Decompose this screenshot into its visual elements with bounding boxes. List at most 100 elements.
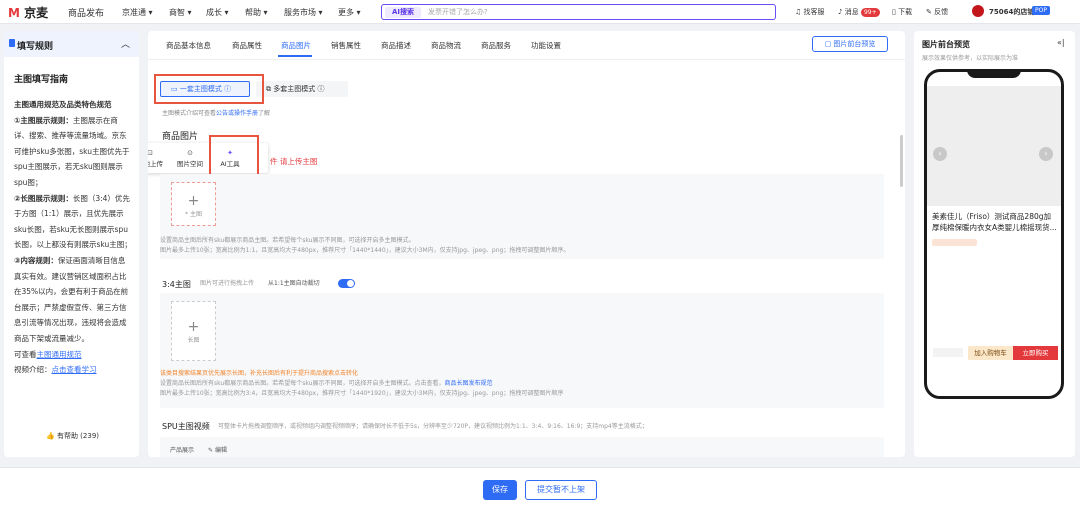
- shop-icons-placeholder: [933, 348, 963, 357]
- spu-video-title: SPU主图视频: [162, 422, 210, 431]
- rules-panel-title: 填写规则: [17, 42, 54, 52]
- upload-icon: ⊡: [148, 149, 153, 157]
- active-tab-indicator: [278, 55, 312, 57]
- rule1-label: ①主图展示规则：: [14, 115, 73, 125]
- tab-divider: [148, 59, 905, 60]
- preview-panel: 图片前台预览 展示效果仅供参考，以实际展示为准 «| ‹ › 美素佳儿（Fris…: [914, 31, 1075, 457]
- rule3-label: ③内容规则：: [14, 255, 58, 265]
- tab-basic-info[interactable]: 商品基本信息: [166, 40, 211, 51]
- long-image-hint: 图片可进行拖拽上传: [200, 280, 255, 287]
- pencil-icon: ✎: [926, 8, 932, 16]
- tab-attributes[interactable]: 商品属性: [232, 40, 262, 51]
- download-button[interactable]: ▯ 下载: [892, 7, 912, 17]
- video-learn-link[interactable]: 点击查看学习: [52, 365, 97, 374]
- main-image-description: 设置商品主图后所有sku都展示商品主图。若希望每个sku展示不同图，可选择开启多…: [160, 237, 570, 254]
- video-edit-button[interactable]: ✎ 编辑: [208, 446, 248, 456]
- guide-section-title: 主图通用规范及品类特色规范: [14, 100, 112, 109]
- long-image-upload-slot[interactable]: + 长图: [171, 301, 216, 361]
- images-icon: ⧉: [266, 85, 271, 93]
- view-prefix: 可查看: [14, 349, 37, 359]
- highlight-box-mode: [154, 74, 264, 104]
- required-main-image-hint: 件 请上传主图: [270, 157, 318, 166]
- guide-title: 主图填写指南: [14, 75, 69, 85]
- chevron-up-icon[interactable]: ︿: [121, 37, 130, 50]
- image-space-option[interactable]: ⊙ 图片空间: [170, 149, 210, 168]
- messages-button[interactable]: ♪ 消息 99+: [838, 7, 880, 17]
- product-image-placeholder: ‹ ›: [927, 86, 1061, 206]
- submit-not-listed-button[interactable]: 提交暂不上架: [525, 480, 597, 500]
- customer-service-button[interactable]: ♫ 找客服: [795, 7, 825, 17]
- manual-link[interactable]: 公告或操作手册: [216, 110, 258, 117]
- plus-icon: +: [187, 193, 200, 209]
- guide-body: 主图通用规范及品类特色规范 ①主图展示规则：主图展示在商详、搜索、推荐等流量场域…: [14, 97, 132, 378]
- spu-video-hint: 可整体卡片拖拽调整顺序，或视频组内调整视频顺序；请确保时长不低于5s，分辨率至少…: [218, 423, 648, 430]
- tab-images[interactable]: 商品图片: [281, 40, 311, 51]
- bell-icon: ♪: [838, 8, 843, 16]
- save-button[interactable]: 保存: [483, 480, 517, 500]
- plus-icon: +: [187, 319, 200, 335]
- jingmai-logo[interactable]: M 京麦: [8, 4, 48, 21]
- upload-local-option[interactable]: ⊡本地上传: [148, 149, 170, 168]
- product-images-title: 商品图片: [162, 132, 199, 142]
- product-name: 美素佳儿（Friso）测试商品280g加厚纯棉保暖内衣女A类婴儿棉摇现货...: [932, 212, 1057, 232]
- mode-hint: 主图模式介绍可查看公告或操作手册了解: [162, 110, 271, 117]
- chevron-left-icon[interactable]: ‹: [933, 147, 947, 161]
- tab-services[interactable]: 商品服务: [481, 40, 511, 51]
- ai-search-tag: AI搜索: [385, 7, 421, 18]
- message-count-badge: 99+: [860, 8, 880, 17]
- video-prefix: 视频介绍：: [14, 365, 52, 375]
- add-to-cart-button[interactable]: 加入购物车: [968, 346, 1013, 360]
- nav-product-publish[interactable]: 商品发布: [68, 6, 104, 19]
- thumbs-up-icon: 👍: [46, 432, 55, 440]
- pop-badge: POP: [1032, 6, 1050, 15]
- rules-panel-header[interactable]: 填写规则 ︿: [4, 31, 139, 57]
- shop-avatar[interactable]: [972, 5, 984, 17]
- rule3-text: 保证画面清晰目信息真实有效。建议营销区域面积占比在35%以内，会更有利于商品在前…: [14, 255, 129, 343]
- main-form: 商品基本信息 商品属性 商品图片 销售属性 商品描述 商品物流 商品服务 功能设…: [148, 31, 905, 457]
- rules-panel: 填写规则 ︿ 主图填写指南 主图通用规范及品类特色规范 ①主图展示规则：主图展示…: [4, 31, 139, 457]
- auto-crop-toggle[interactable]: [338, 279, 355, 288]
- nav-growth[interactable]: 成长 ▾: [206, 7, 229, 18]
- preview-panel-title: 图片前台预览: [922, 40, 970, 49]
- ai-search-input[interactable]: AI搜索 发票开错了怎么办?: [381, 4, 776, 20]
- video-group-label: 产品展示: [170, 447, 195, 454]
- shop-name[interactable]: 75064的店铺: [989, 7, 1034, 17]
- main-image-spec-link[interactable]: 主图通用规范: [37, 350, 82, 359]
- multi-main-image-mode[interactable]: ⧉ 多套主图模式 ⓘ: [256, 81, 348, 97]
- folder-icon: ⊙: [187, 149, 193, 157]
- feedback-button[interactable]: ✎ 反馈: [926, 7, 948, 17]
- helpful-button[interactable]: 👍 有帮助 (239): [46, 431, 99, 441]
- phone-notch: [967, 72, 1021, 78]
- tab-sales-attributes[interactable]: 销售属性: [331, 40, 361, 51]
- chevron-right-icon[interactable]: ›: [1039, 147, 1053, 161]
- purchase-bar: 加入购物车 立即购买: [927, 342, 1061, 364]
- top-navigation-bar: M 京麦 商品发布 京准通 ▾ 商智 ▾ 成长 ▾ 帮助 ▾ 服务市场 ▾ 更多…: [0, 0, 1080, 24]
- help-circle-icon[interactable]: ⓘ: [317, 85, 324, 93]
- edit-icon: ✎: [208, 447, 214, 454]
- long-image-spec-link[interactable]: 商品长图发布规范: [444, 380, 492, 387]
- phone-icon: ▯: [892, 8, 896, 16]
- nav-more[interactable]: 更多 ▾: [338, 7, 361, 18]
- preview-panel-subtitle: 展示效果仅供参考，以实际展示为准: [922, 55, 1019, 62]
- tab-logistics[interactable]: 商品物流: [431, 40, 461, 51]
- document-icon: [9, 39, 15, 47]
- long-image-description: 该类目搜索结果页优先展示长图，补充长图后有利于提升商品搜索点击转化 设置商品长图…: [160, 370, 564, 397]
- tab-description[interactable]: 商品描述: [381, 40, 411, 51]
- tab-settings[interactable]: 功能设置: [531, 40, 561, 51]
- price-placeholder: [932, 239, 977, 246]
- long-image-title: 3:4主图: [162, 280, 191, 289]
- main-image-upload-slot[interactable]: + * 主图: [171, 182, 216, 226]
- nav-shangzhi[interactable]: 商智 ▾: [169, 7, 192, 18]
- headset-icon: ♫: [795, 8, 802, 16]
- buy-now-button[interactable]: 立即购买: [1013, 346, 1058, 360]
- phone-preview: ‹ › 美素佳儿（Friso）测试商品280g加厚纯棉保暖内衣女A类婴儿棉摇现货…: [924, 69, 1064, 399]
- nav-help[interactable]: 帮助 ▾: [245, 7, 268, 18]
- image-preview-button[interactable]: ▢ 图片前台预览: [812, 36, 888, 52]
- nav-service-market[interactable]: 服务市场 ▾: [284, 7, 323, 18]
- main-scrollbar[interactable]: [900, 135, 903, 187]
- ai-search-placeholder: 发票开错了怎么办?: [428, 8, 488, 16]
- rule2-label: ②长图展示规则：: [14, 193, 73, 203]
- nav-jingzhuntong[interactable]: 京准通 ▾: [122, 7, 153, 18]
- video-group-card[interactable]: 产品展示 ✎ 编辑: [160, 437, 884, 457]
- collapse-icon[interactable]: «|: [1057, 38, 1065, 47]
